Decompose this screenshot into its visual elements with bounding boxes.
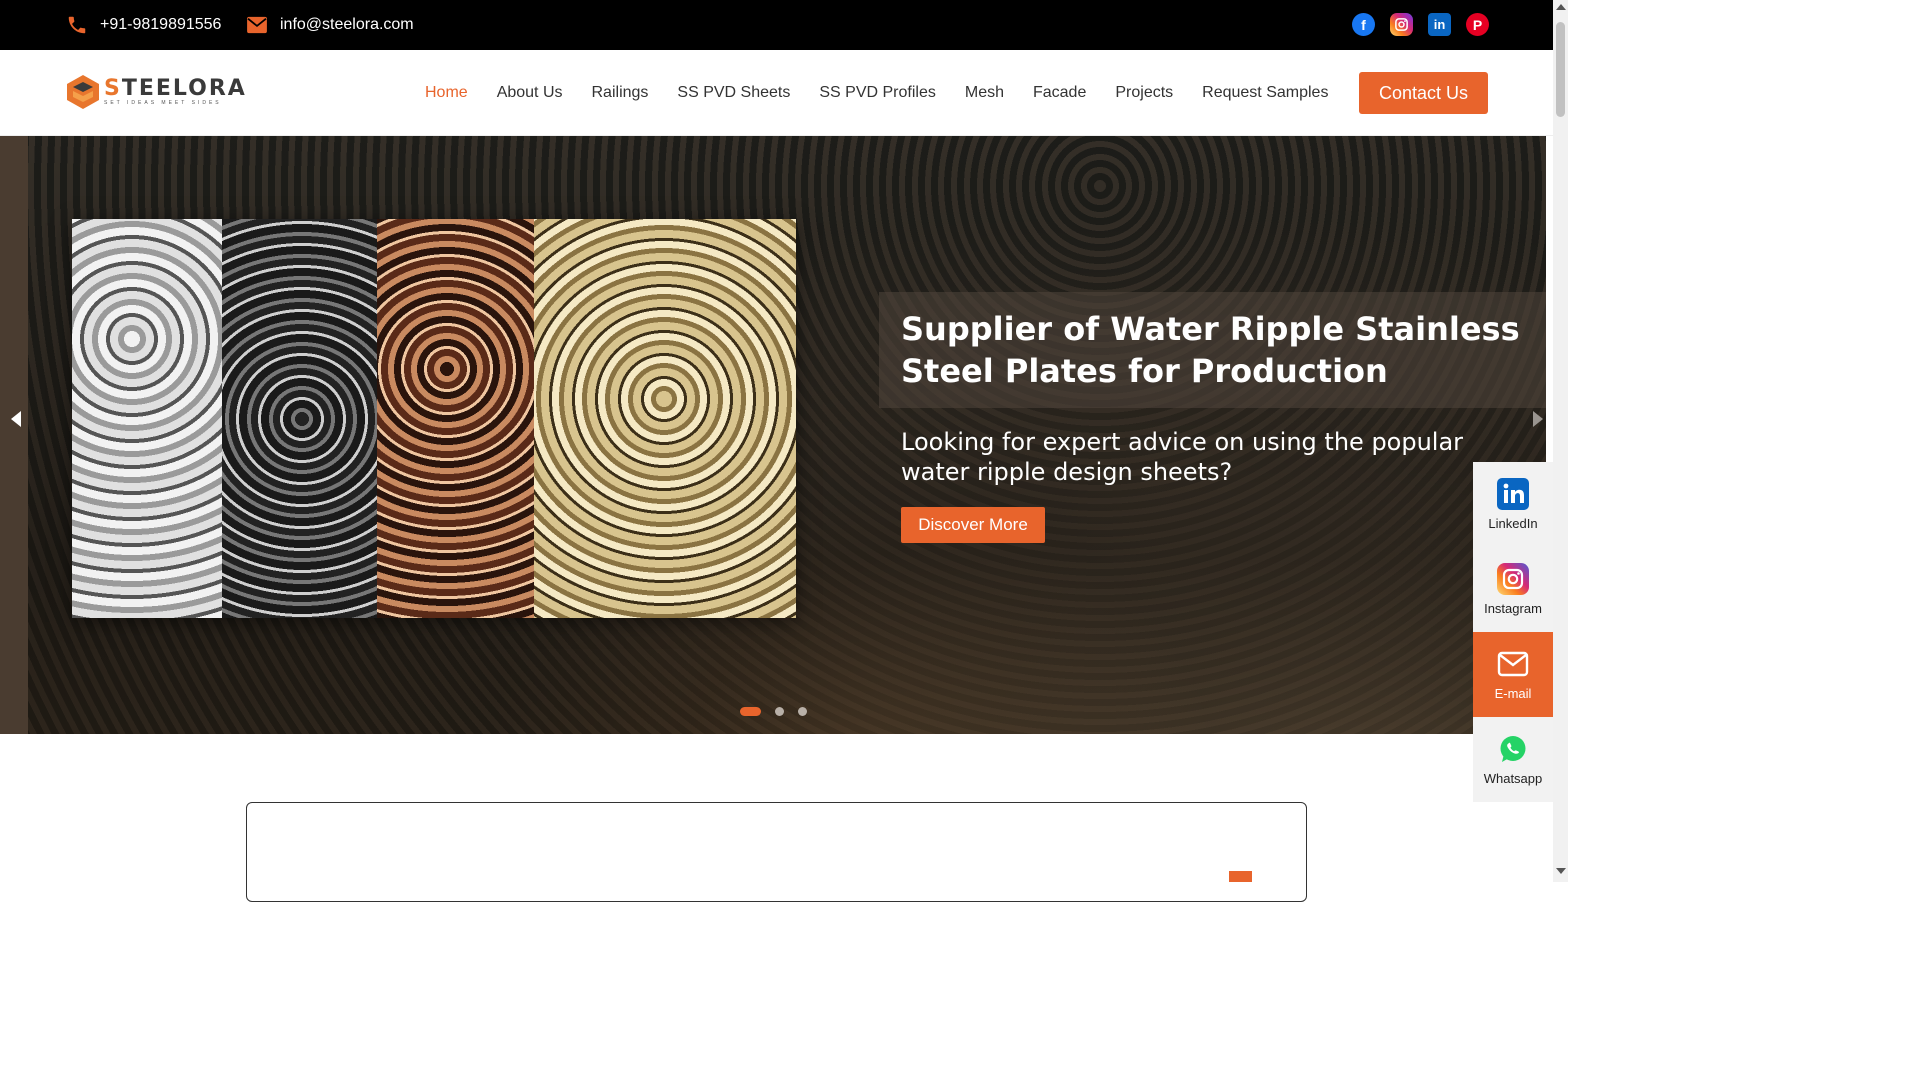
mail-icon bbox=[247, 16, 267, 34]
nav-about-us[interactable]: About Us bbox=[497, 84, 563, 102]
floating-social-bar: LinkedIn Instagram E-mail Whatsapp bbox=[1473, 462, 1553, 802]
float-instagram[interactable]: Instagram bbox=[1473, 547, 1553, 632]
float-email[interactable]: E-mail bbox=[1473, 632, 1553, 717]
nav-ss-pvd-sheets[interactable]: SS PVD Sheets bbox=[677, 84, 790, 102]
phone-number: +91-9819891556 bbox=[100, 16, 222, 33]
slider-dot-2[interactable] bbox=[775, 707, 784, 716]
social-links: f in P bbox=[1352, 13, 1489, 36]
float-email-label: E-mail bbox=[1494, 686, 1532, 701]
nav-ss-pvd-profiles[interactable]: SS PVD Profiles bbox=[819, 84, 935, 102]
nav-facade[interactable]: Facade bbox=[1033, 84, 1086, 102]
scrollbar-thumb[interactable] bbox=[1556, 22, 1565, 117]
logo-tagline: SET IDEAS MEET SIDES bbox=[104, 100, 222, 106]
copper-ripple-panel bbox=[377, 219, 534, 618]
phone-contact[interactable]: +91-9819891556 bbox=[66, 0, 221, 50]
discover-more-button[interactable]: Discover More bbox=[901, 507, 1045, 543]
scroll-down-arrow-icon[interactable] bbox=[1556, 868, 1566, 874]
slider-dots bbox=[740, 707, 807, 716]
content-card bbox=[246, 802, 1307, 902]
slider-next-arrow-icon[interactable] bbox=[1530, 408, 1546, 430]
float-instagram-label: Instagram bbox=[1484, 601, 1542, 616]
hero-subtitle: Looking for expert advice on using the p… bbox=[901, 428, 1464, 486]
pinterest-icon[interactable]: P bbox=[1466, 13, 1489, 36]
silver-ripple-panel bbox=[72, 219, 222, 618]
float-whatsapp[interactable]: Whatsapp bbox=[1473, 717, 1553, 802]
linkedin-icon bbox=[1497, 478, 1529, 510]
hero-slider: Supplier of Water Ripple Stainless Steel… bbox=[0, 136, 1546, 734]
phone-icon bbox=[68, 16, 86, 34]
logo-wordmark: TEELORA bbox=[121, 76, 247, 101]
card-accent-marker bbox=[1229, 871, 1252, 882]
main-header: STEELORA SET IDEAS MEET SIDES Home About… bbox=[0, 50, 1553, 136]
slider-prev-arrow-icon[interactable] bbox=[8, 408, 24, 430]
email-icon bbox=[1497, 648, 1529, 680]
linkedin-icon[interactable]: in bbox=[1428, 13, 1451, 36]
page-scrollbar[interactable] bbox=[1553, 0, 1568, 882]
nav-home[interactable]: Home bbox=[425, 84, 468, 102]
ripple-sheet-samples-image bbox=[72, 219, 796, 618]
nav-railings[interactable]: Railings bbox=[592, 84, 649, 102]
slider-dot-3[interactable] bbox=[798, 707, 807, 716]
scroll-up-arrow-icon[interactable] bbox=[1556, 4, 1566, 10]
steelora-logo[interactable]: STEELORA SET IDEAS MEET SIDES bbox=[66, 74, 247, 110]
nav-request-samples[interactable]: Request Samples bbox=[1202, 84, 1328, 102]
facebook-icon[interactable]: f bbox=[1352, 13, 1375, 36]
slider-dot-1[interactable] bbox=[740, 707, 761, 716]
float-linkedin[interactable]: LinkedIn bbox=[1473, 462, 1553, 547]
email-address: info@steelora.com bbox=[280, 16, 414, 33]
email-contact[interactable]: info@steelora.com bbox=[246, 0, 414, 50]
main-nav: Home About Us Railings SS PVD Sheets SS … bbox=[425, 50, 1357, 136]
hero-title: Supplier of Water Ripple Stainless Steel… bbox=[901, 310, 1520, 390]
hero-edge bbox=[0, 136, 28, 734]
contact-us-button[interactable]: Contact Us bbox=[1359, 72, 1488, 114]
float-linkedin-label: LinkedIn bbox=[1488, 516, 1538, 531]
top-contact-bar: +91-9819891556 info@steelora.com f in P bbox=[0, 0, 1553, 50]
nav-mesh[interactable]: Mesh bbox=[965, 84, 1004, 102]
logo-mark-icon bbox=[67, 75, 99, 109]
logo-letter: S bbox=[104, 76, 122, 101]
gold-ripple-panel bbox=[534, 219, 796, 618]
nav-projects[interactable]: Projects bbox=[1115, 84, 1173, 102]
instagram-icon[interactable] bbox=[1390, 13, 1413, 36]
instagram-icon bbox=[1497, 563, 1529, 595]
black-ripple-panel bbox=[222, 219, 377, 618]
float-whatsapp-label: Whatsapp bbox=[1483, 771, 1543, 786]
whatsapp-icon bbox=[1497, 733, 1529, 765]
